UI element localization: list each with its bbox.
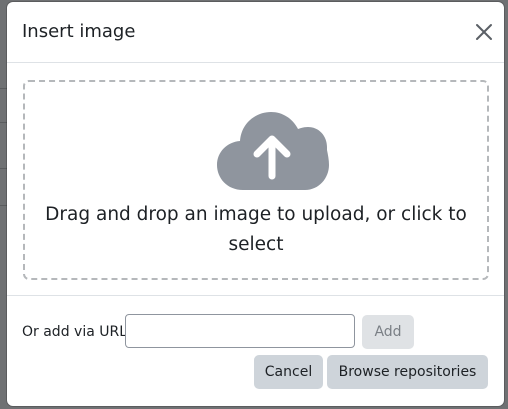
dropzone-instructions: Drag and drop an image to upload, or cli… [45, 204, 467, 255]
close-button[interactable] [472, 20, 496, 44]
cancel-button[interactable]: Cancel [254, 355, 323, 389]
url-input[interactable] [125, 314, 355, 348]
add-url-button[interactable]: Add [362, 315, 414, 349]
cloud-upload-icon [217, 112, 329, 190]
url-label: Or add via URL [22, 324, 128, 340]
browse-repositories-button[interactable]: Browse repositories [327, 355, 488, 389]
close-icon [476, 24, 492, 40]
dialog-title: Insert image [22, 21, 136, 42]
dialog-footer: Or add via URL Add Cancel Browse reposit… [7, 295, 504, 406]
insert-image-dialog: Insert image Drag and drop an image to u… [7, 2, 504, 406]
dialog-header: Insert image [7, 2, 504, 63]
upload-dropzone[interactable]: Drag and drop an image to upload, or cli… [23, 80, 489, 280]
dialog-body: Drag and drop an image to upload, or cli… [7, 63, 504, 295]
